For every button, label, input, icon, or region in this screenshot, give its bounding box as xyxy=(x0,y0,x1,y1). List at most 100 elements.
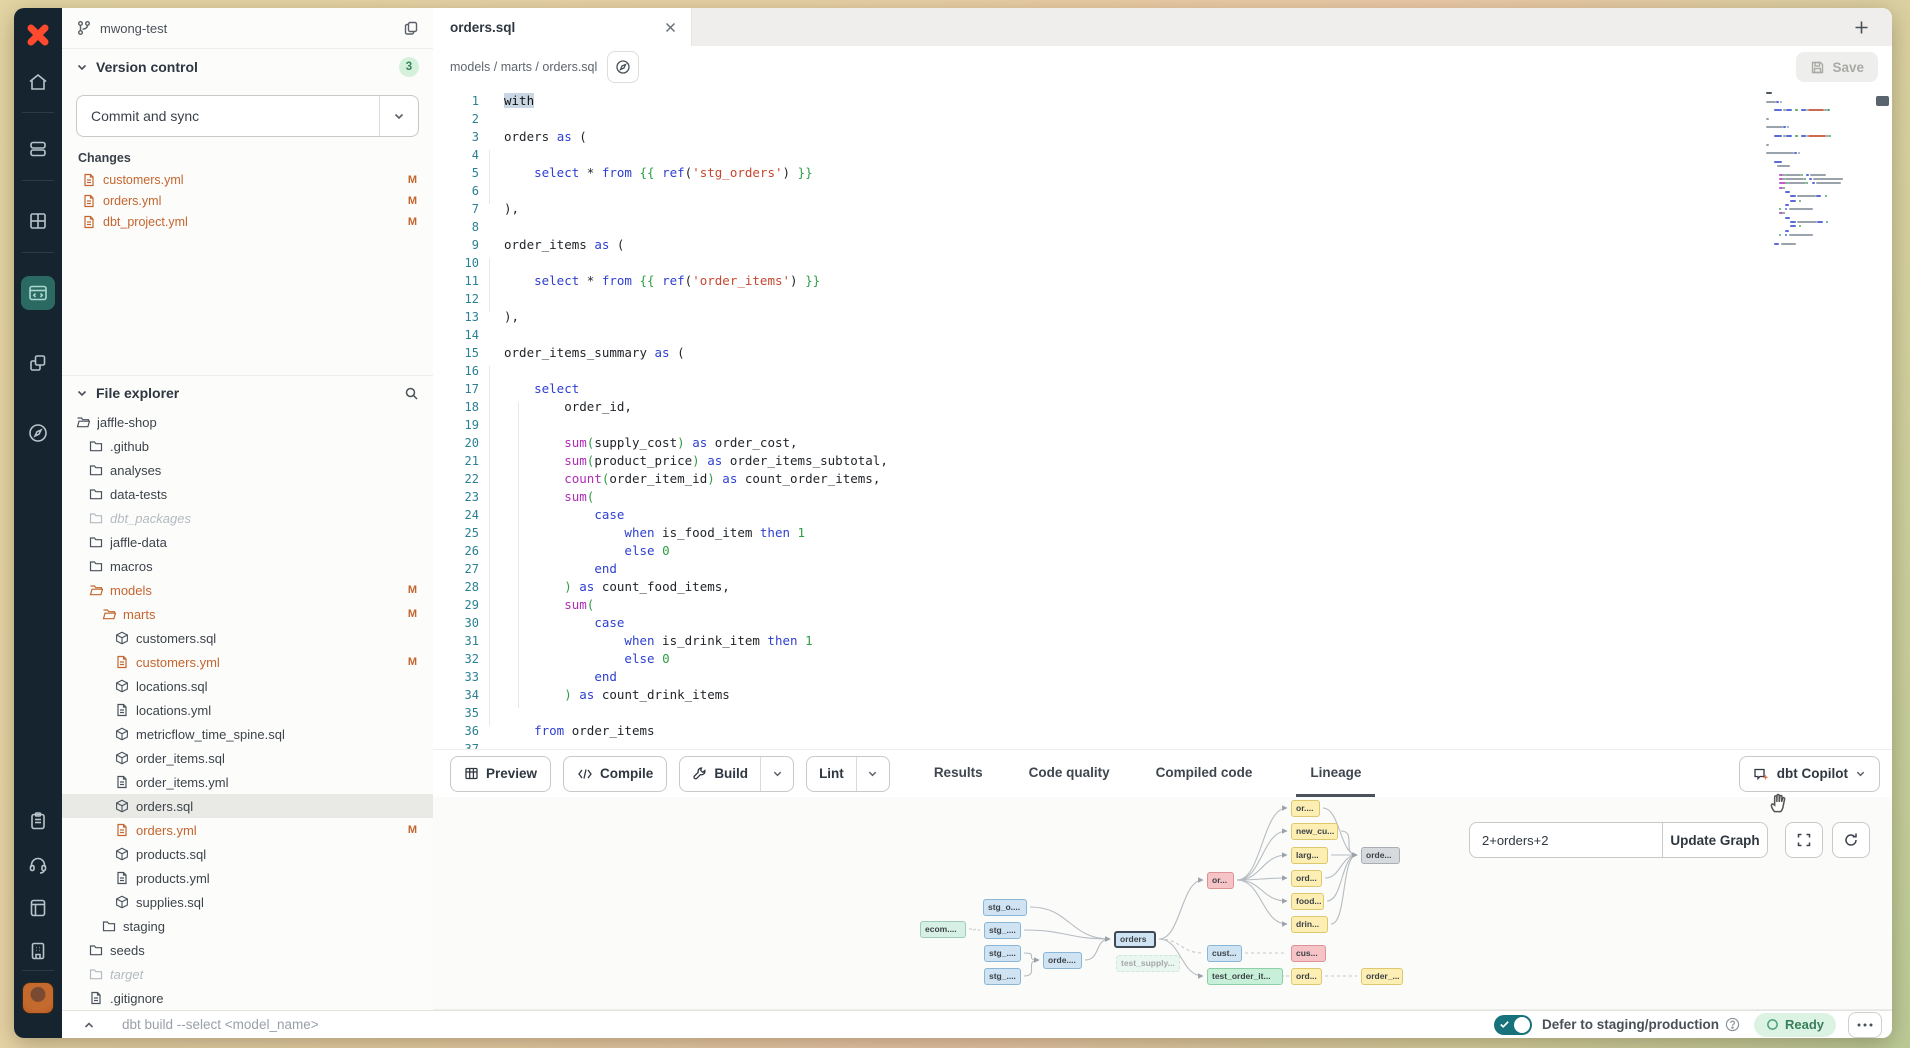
lint-options-chevron[interactable] xyxy=(856,757,889,791)
lineage-node[interactable]: test_supply... xyxy=(1116,955,1180,972)
file-tree-item[interactable]: dbt_packages xyxy=(62,506,433,530)
changed-file-item[interactable]: orders.ymlM xyxy=(62,190,433,211)
file-tree-item[interactable]: products.sql xyxy=(62,842,433,866)
file-tree-item[interactable]: orders.sql xyxy=(62,794,433,818)
lineage-node[interactable]: drin... xyxy=(1291,916,1328,933)
preview-button[interactable]: Preview xyxy=(450,756,551,792)
result-tab-results[interactable]: Results xyxy=(932,750,985,797)
lineage-node[interactable]: order_... xyxy=(1361,968,1403,985)
fullscreen-button[interactable] xyxy=(1785,822,1823,858)
new-tab-button[interactable] xyxy=(1853,19,1870,36)
changed-file-item[interactable]: customers.ymlM xyxy=(62,169,433,190)
notebook-icon[interactable] xyxy=(14,897,62,919)
file-tree-item[interactable]: analyses xyxy=(62,458,433,482)
file-tree-item[interactable]: customers.ymlM xyxy=(62,650,433,674)
defer-toggle[interactable] xyxy=(1494,1015,1532,1035)
commit-options-chevron[interactable] xyxy=(379,96,418,136)
file-tree-item[interactable]: orders.ymlM xyxy=(62,818,433,842)
line-number: 15 xyxy=(433,344,496,362)
lint-button[interactable]: Lint xyxy=(807,757,856,791)
file-tree-item[interactable]: .gitignore xyxy=(62,986,433,1010)
lineage-node[interactable]: cust... xyxy=(1207,945,1242,962)
lineage-node[interactable]: stg_o.... xyxy=(983,899,1027,916)
lineage-node[interactable]: larg... xyxy=(1291,847,1328,864)
refresh-button[interactable] xyxy=(1832,822,1870,858)
file-tree-item[interactable]: supplies.sql xyxy=(62,890,433,914)
dbt-logo[interactable] xyxy=(14,20,62,50)
lineage-node[interactable]: new_cu... xyxy=(1291,823,1338,840)
search-icon[interactable] xyxy=(404,386,419,401)
lineage-filter-input[interactable] xyxy=(1469,822,1662,858)
file-tree-item[interactable]: martsM xyxy=(62,602,433,626)
file-tree-item[interactable]: order_items.yml xyxy=(62,770,433,794)
home-icon[interactable] xyxy=(14,71,62,93)
file-tree-item[interactable]: .github xyxy=(62,434,433,458)
lineage-node[interactable]: orde... xyxy=(1361,847,1400,864)
expand-command-chevron-icon[interactable] xyxy=(82,1018,96,1032)
build-options-chevron[interactable] xyxy=(760,757,793,791)
lineage-node[interactable]: stg_.... xyxy=(984,922,1021,939)
organization-building-icon[interactable] xyxy=(14,940,62,962)
orchestration-icon[interactable] xyxy=(14,352,62,374)
file-tree-item[interactable]: locations.yml xyxy=(62,698,433,722)
file-tree-item[interactable]: locations.sql xyxy=(62,674,433,698)
result-tab-code-quality[interactable]: Code quality xyxy=(1027,750,1112,797)
lineage-node[interactable]: or... xyxy=(1207,872,1234,889)
lineage-node[interactable]: stg_.... xyxy=(984,945,1021,962)
open-in-explorer-button[interactable] xyxy=(607,51,639,83)
changed-file-item[interactable]: dbt_project.ymlM xyxy=(62,211,433,232)
file-tree-item[interactable]: jaffle-data xyxy=(62,530,433,554)
support-headset-icon[interactable] xyxy=(14,854,62,876)
file-tree-item[interactable]: jaffle-shop xyxy=(62,410,433,434)
save-button[interactable]: Save xyxy=(1796,52,1878,82)
file-tree-item[interactable]: data-tests xyxy=(62,482,433,506)
more-options-button[interactable] xyxy=(1848,1012,1882,1038)
file-tree-item[interactable]: target xyxy=(62,962,433,986)
update-graph-button[interactable]: Update Graph xyxy=(1662,822,1768,858)
lineage-node[interactable]: ecom.... xyxy=(920,921,966,938)
develop-ide-item[interactable] xyxy=(14,276,62,310)
connection-status-badge[interactable]: Ready xyxy=(1754,1013,1836,1037)
editor-scrollbar-thumb[interactable] xyxy=(1876,96,1889,106)
file-tree-item[interactable]: modelsM xyxy=(62,578,433,602)
lineage-node[interactable]: food... xyxy=(1291,893,1324,910)
commit-and-sync-button[interactable]: Commit and sync xyxy=(76,95,419,137)
tab-orders-sql[interactable]: orders.sql xyxy=(433,8,692,46)
dbt-copilot-button[interactable]: dbt Copilot xyxy=(1739,756,1880,792)
explore-grid-icon[interactable] xyxy=(14,210,62,232)
copy-icon[interactable] xyxy=(403,20,419,36)
file-tree-item[interactable]: seeds xyxy=(62,938,433,962)
lineage-node[interactable]: cus... xyxy=(1291,945,1326,962)
file-explorer-header[interactable]: File explorer xyxy=(62,376,433,410)
command-input[interactable]: dbt build --select <model_name> xyxy=(122,1017,1494,1032)
close-icon[interactable] xyxy=(664,21,677,34)
file-tree-item[interactable]: macros xyxy=(62,554,433,578)
lineage-node[interactable]: ord... xyxy=(1291,870,1322,887)
lineage-node[interactable]: ord... xyxy=(1291,968,1322,985)
discovery-compass-icon[interactable] xyxy=(14,422,62,444)
minimap-token xyxy=(1766,144,1769,146)
file-tree-item[interactable]: customers.sql xyxy=(62,626,433,650)
lineage-node[interactable]: or.... xyxy=(1291,800,1320,817)
editor-minimap[interactable] xyxy=(1764,92,1852,352)
lineage-node[interactable]: stg_.... xyxy=(984,968,1021,985)
code-editor[interactable]: 1with23orders as (45 select * from {{ re… xyxy=(433,88,1892,749)
result-tab-compiled-code[interactable]: Compiled code xyxy=(1154,750,1255,797)
lineage-node[interactable]: orders xyxy=(1114,931,1156,948)
lineage-node[interactable]: orde.... xyxy=(1043,952,1082,969)
file-tree-item[interactable]: products.yml xyxy=(62,866,433,890)
code-line: 23 sum( xyxy=(433,488,1762,506)
tasks-clipboard-icon[interactable] xyxy=(14,810,62,832)
version-control-header[interactable]: Version control 3 xyxy=(62,49,433,85)
help-icon[interactable] xyxy=(1725,1017,1740,1032)
compile-button[interactable]: Compile xyxy=(563,756,667,792)
file-tree-item[interactable]: staging xyxy=(62,914,433,938)
build-button[interactable]: Build xyxy=(680,757,760,791)
branch-name[interactable]: mwong-test xyxy=(100,21,395,36)
lineage-node[interactable]: test_order_it... xyxy=(1207,968,1283,985)
file-tree-item[interactable]: metricflow_time_spine.sql xyxy=(62,722,433,746)
result-tab-lineage[interactable]: Lineage xyxy=(1296,750,1375,797)
deploy-icon[interactable] xyxy=(14,138,62,160)
user-avatar[interactable] xyxy=(14,982,62,1014)
file-tree-item[interactable]: order_items.sql xyxy=(62,746,433,770)
